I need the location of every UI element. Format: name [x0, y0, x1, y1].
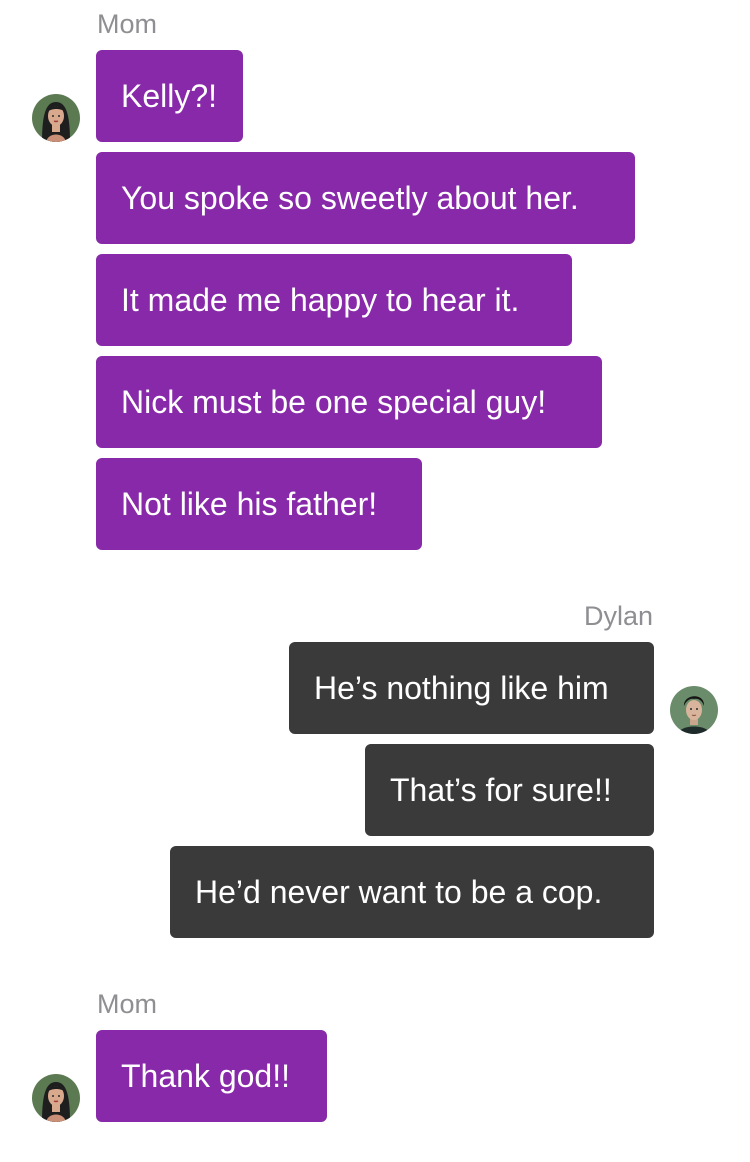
mom-avatar[interactable] [32, 94, 80, 142]
message-bubble[interactable]: Kelly?! [96, 50, 243, 142]
message-bubble[interactable]: It made me happy to hear it. [96, 254, 572, 346]
dylan-avatar-icon [670, 686, 718, 734]
message-bubble[interactable]: Not like his father! [96, 458, 422, 550]
sender-name-mom: Mom [97, 989, 157, 1019]
mom-avatar-icon [32, 1074, 80, 1122]
sender-name-mom: Mom [97, 9, 157, 39]
message-bubble[interactable]: You spoke so sweetly about her. [96, 152, 635, 244]
message-bubble[interactable]: That’s for sure!! [365, 744, 654, 836]
message-bubble[interactable]: Thank god!! [96, 1030, 327, 1122]
message-bubble[interactable]: He’d never want to be a cop. [170, 846, 654, 938]
message-bubble[interactable]: He’s nothing like him [289, 642, 654, 734]
message-bubble[interactable]: Nick must be one special guy! [96, 356, 602, 448]
mom-avatar[interactable] [32, 1074, 80, 1122]
mom-avatar-icon [32, 94, 80, 142]
dylan-avatar[interactable] [670, 686, 718, 734]
sender-name-dylan: Dylan [583, 601, 653, 631]
